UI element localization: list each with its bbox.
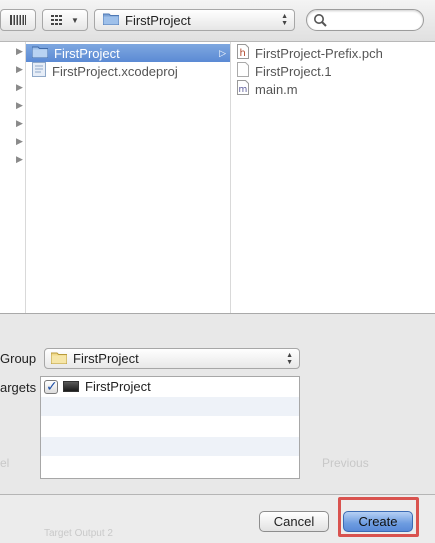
disclosure-triangle-icon[interactable]: ▶ <box>16 100 23 111</box>
list-item-label: FirstProject.1 <box>255 63 332 79</box>
empty-row <box>41 397 299 417</box>
updown-arrows-icon: ▲ ▼ <box>281 13 288 27</box>
empty-row <box>41 437 299 457</box>
search-field[interactable] <box>306 9 424 31</box>
button-bar: Target Output 2 Cancel Create <box>0 494 435 543</box>
header-file-icon: h <box>237 44 249 62</box>
view-mode-button[interactable] <box>0 9 36 31</box>
path-popup-label: FirstProject <box>125 12 191 28</box>
chevron-right-icon: ▷ <box>219 47 226 58</box>
column-view-icon <box>10 13 26 28</box>
group-select-value: FirstProject <box>73 351 139 366</box>
list-item-label: main.m <box>255 81 298 97</box>
browser-column-2: FirstProject ▷ FirstProject.xcodeproj <box>26 42 231 313</box>
search-icon <box>313 13 327 30</box>
target-app-icon <box>63 381 79 392</box>
disclosure-triangle-icon[interactable]: ▶ <box>16 82 23 93</box>
empty-row <box>41 417 299 437</box>
options-panel: el Previous Group FirstProject ▲ ▼ argets… <box>0 314 435 494</box>
xcodeproj-icon <box>32 62 46 80</box>
folder-icon <box>50 351 68 367</box>
cancel-button[interactable]: Cancel <box>259 511 329 532</box>
arrange-button[interactable]: ▼ <box>42 9 88 31</box>
group-label: Group <box>0 351 37 366</box>
disclosure-triangle-icon[interactable]: ▶ <box>16 136 23 147</box>
toolbar: ▼ FirstProject ▲ ▼ <box>0 0 435 42</box>
target-checkbox[interactable]: ✓ <box>44 377 58 394</box>
disclosure-triangle-icon[interactable]: ▶ <box>16 154 23 165</box>
list-item-label: FirstProject <box>54 45 120 61</box>
browser-column-3: h FirstProject-Prefix.pch FirstProject.1… <box>231 42 435 313</box>
targets-list: ✓ FirstProject <box>40 376 300 479</box>
svg-text:h: h <box>240 48 246 59</box>
empty-row <box>41 457 299 477</box>
disclosure-triangle-icon[interactable]: ▶ <box>16 46 23 57</box>
grid-icon <box>51 13 65 28</box>
list-item[interactable]: FirstProject.xcodeproj <box>26 62 230 80</box>
updown-arrows-icon: ▲ ▼ <box>286 352 293 366</box>
document-icon <box>237 62 249 80</box>
folder-icon <box>31 45 49 61</box>
checkmark-icon: ✓ <box>46 377 58 394</box>
dropdown-arrow-icon: ▼ <box>71 15 79 25</box>
group-select[interactable]: FirstProject ▲ ▼ <box>44 348 300 369</box>
path-popup[interactable]: FirstProject ▲ ▼ <box>94 9 295 31</box>
list-item[interactable]: FirstProject.1 <box>231 62 435 80</box>
target-label: FirstProject <box>85 379 151 394</box>
folder-icon <box>102 12 120 28</box>
browser-column-1[interactable]: ▶ ▶ ▶ ▶ ▶ ▶ ▶ <box>0 42 26 313</box>
ghost-button-label: el <box>0 456 10 470</box>
ghost-previous-label: Previous <box>322 456 369 470</box>
list-item-label: FirstProject.xcodeproj <box>52 63 178 79</box>
svg-text:m: m <box>239 85 248 95</box>
create-button[interactable]: Create <box>343 511 413 532</box>
disclosure-triangle-icon[interactable]: ▶ <box>16 64 23 75</box>
ghost-bottom-label: Target Output 2 <box>44 528 113 539</box>
target-row[interactable]: ✓ FirstProject <box>41 377 299 397</box>
objc-file-icon: m <box>237 80 249 98</box>
list-item[interactable]: m main.m <box>231 80 435 98</box>
list-item[interactable]: h FirstProject-Prefix.pch <box>231 44 435 62</box>
targets-label: argets <box>0 380 37 395</box>
file-browser: ▶ ▶ ▶ ▶ ▶ ▶ ▶ FirstProject ▷ FirstProjec… <box>0 42 435 314</box>
disclosure-triangle-icon[interactable]: ▶ <box>16 118 23 129</box>
list-item-label: FirstProject-Prefix.pch <box>255 45 383 61</box>
list-item-selected[interactable]: FirstProject ▷ <box>26 44 230 62</box>
